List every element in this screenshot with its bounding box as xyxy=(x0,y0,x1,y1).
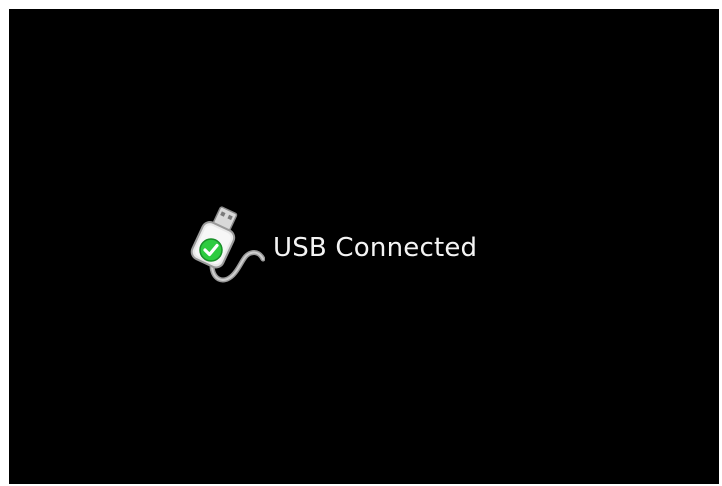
usb-status: USB Connected xyxy=(185,203,477,289)
usb-connected-icon xyxy=(190,206,265,283)
usb-status-label: USB Connected xyxy=(273,233,478,263)
display-bezel: USB Connected xyxy=(0,0,722,486)
device-screen: USB Connected xyxy=(9,9,719,484)
